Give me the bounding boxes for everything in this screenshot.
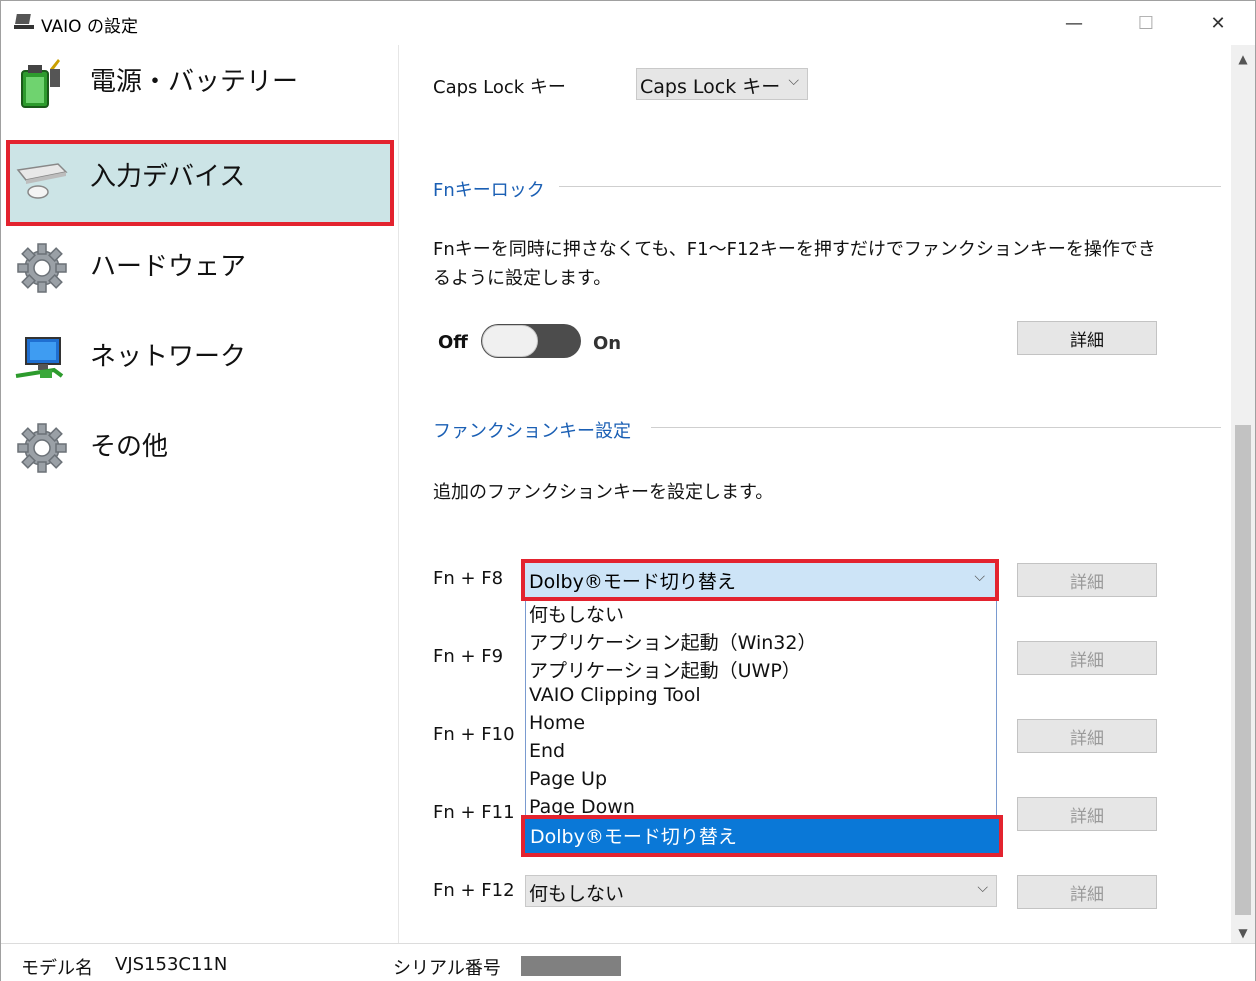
- dropdown-option[interactable]: アプリケーション起動（Win32）: [529, 628, 817, 656]
- sidebar-item-hardware[interactable]: ハードウェア: [6, 230, 394, 316]
- fn-lock-description-line1: Fnキーを同時に押さなくても、F1〜F12キーを押すだけでファンクションキーを操…: [433, 239, 1156, 260]
- sidebar-item-label: 電源・バッテリー: [90, 67, 299, 97]
- toggle-knob: [482, 325, 538, 357]
- fn-f12-select-value: 何もしない: [529, 883, 625, 905]
- fn-lock-description-line2: るように設定します。: [433, 268, 612, 289]
- fn-f11-label: Fn + F11: [433, 802, 515, 823]
- chevron-down-icon: ⌵: [974, 569, 985, 585]
- dropdown-option-selected[interactable]: Dolby®モード切り替え: [521, 815, 1003, 857]
- gear-icon: [17, 243, 67, 293]
- window-title: VAIO の設定: [41, 17, 138, 37]
- fn-f9-details-button[interactable]: 詳細: [1017, 641, 1157, 675]
- serial-number-label: シリアル番号: [393, 958, 501, 979]
- fn-f8-select[interactable]: Dolby®モード切り替え ⌵: [521, 559, 999, 601]
- close-button[interactable]: ✕: [1182, 1, 1254, 45]
- maximize-button[interactable]: ☐: [1110, 1, 1182, 45]
- dropdown-option[interactable]: End: [529, 740, 565, 768]
- fn-f11-details-button[interactable]: 詳細: [1017, 797, 1157, 831]
- fn-lock-details-button[interactable]: 詳細: [1017, 321, 1157, 355]
- function-keys-description: 追加のファンクションキーを設定します。: [433, 482, 774, 503]
- capslock-select[interactable]: Caps Lock キー ⌵: [636, 68, 808, 100]
- scroll-up-arrow-icon[interactable]: ▲: [1231, 47, 1255, 71]
- capslock-select-value: Caps Lock キー: [640, 76, 781, 98]
- sidebar-item-label: その他: [90, 432, 169, 462]
- fn-f10-details-button[interactable]: 詳細: [1017, 719, 1157, 753]
- toggle-on-label: On: [593, 333, 622, 354]
- section-divider: [651, 427, 1221, 428]
- fn-f8-select-value: Dolby®モード切り替え: [529, 571, 736, 593]
- fn-f8-dropdown-list: 何もしない アプリケーション起動（Win32） アプリケーション起動（UWP） …: [525, 597, 997, 851]
- chevron-down-icon: ⌵: [788, 73, 799, 89]
- toggle-off-label: Off: [438, 332, 468, 353]
- fn-f8-details-button[interactable]: 詳細: [1017, 563, 1157, 597]
- fn-lock-section-title: Fnキーロック: [433, 180, 545, 201]
- fn-f12-details-button[interactable]: 詳細: [1017, 875, 1157, 909]
- chevron-down-icon: ⌵: [977, 880, 988, 896]
- gear-icon: [17, 423, 67, 473]
- dropdown-option[interactable]: VAIO Clipping Tool: [529, 684, 701, 712]
- sidebar-item-power-battery[interactable]: 電源・バッテリー: [6, 45, 394, 131]
- scroll-down-arrow-icon[interactable]: ▼: [1231, 921, 1255, 945]
- fn-f9-label: Fn + F9: [433, 646, 504, 667]
- network-computer-icon: [15, 337, 64, 378]
- dropdown-option-selected-label: Dolby®モード切り替え: [530, 826, 737, 848]
- dropdown-option[interactable]: Page Up: [529, 768, 607, 796]
- battery-icon: [21, 59, 60, 108]
- model-name-value: VJS153C11N: [115, 954, 228, 975]
- sidebar-item-label: 入力デバイス: [90, 162, 246, 192]
- fn-lock-toggle[interactable]: [481, 324, 581, 358]
- sidebar-item-label: ハードウェア: [90, 252, 247, 282]
- settings-content: Caps Lock キー Caps Lock キー ⌵ Fnキーロック Fnキー…: [399, 45, 1231, 943]
- capslock-label: Caps Lock キー: [433, 77, 566, 98]
- scrollbar-thumb[interactable]: [1235, 425, 1251, 915]
- section-divider: [559, 186, 1221, 187]
- fn-f10-label: Fn + F10: [433, 724, 515, 745]
- sidebar-item-input-devices[interactable]: 入力デバイス: [6, 140, 394, 226]
- keyboard-mouse-icon: [16, 163, 68, 199]
- sidebar-item-network[interactable]: ネットワーク: [6, 320, 394, 406]
- dropdown-option[interactable]: Home: [529, 712, 585, 740]
- model-name-label: モデル名: [21, 958, 93, 979]
- status-bar: モデル名 VJS153C11N シリアル番号: [1, 943, 1255, 981]
- function-keys-section-title: ファンクションキー設定: [433, 421, 631, 442]
- fn-f12-select[interactable]: 何もしない ⌵: [525, 875, 997, 907]
- sidebar-item-label: ネットワーク: [90, 342, 247, 372]
- serial-number-redacted: [521, 956, 621, 976]
- settings-window: VAIO の設定 — ☐ ✕ 電源・バッテリー 入力デバイス ハードウェア ネッ…: [0, 0, 1256, 981]
- minimize-button[interactable]: —: [1038, 1, 1110, 45]
- fn-f12-label: Fn + F12: [433, 880, 515, 901]
- title-bar: VAIO の設定 — ☐ ✕: [1, 1, 1255, 45]
- sidebar-item-other[interactable]: その他: [6, 410, 394, 496]
- dropdown-option[interactable]: 何もしない: [529, 600, 624, 628]
- vaio-laptop-icon: [14, 14, 34, 29]
- sidebar: 電源・バッテリー 入力デバイス ハードウェア ネットワーク その他: [1, 45, 399, 943]
- dropdown-option[interactable]: アプリケーション起動（UWP）: [529, 656, 801, 684]
- fn-f8-label: Fn + F8: [433, 568, 504, 589]
- vertical-scrollbar[interactable]: ▲ ▼: [1231, 45, 1255, 943]
